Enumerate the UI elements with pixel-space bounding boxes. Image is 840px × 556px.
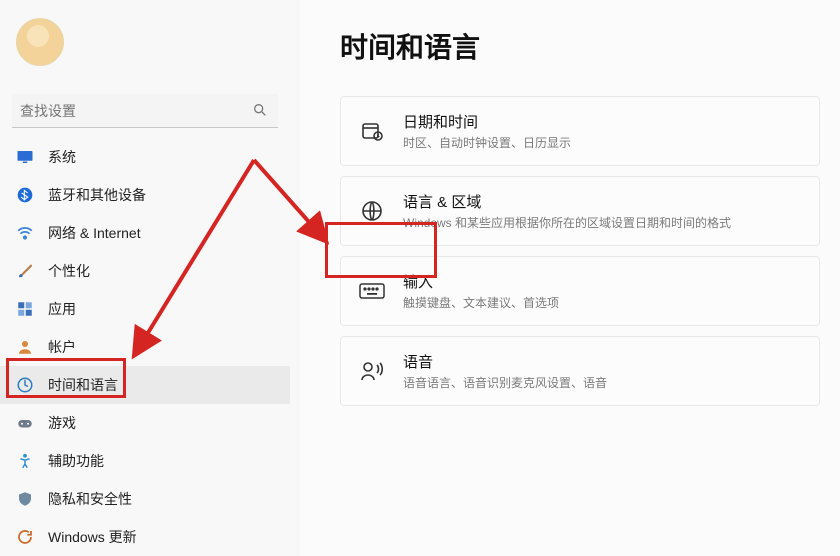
nav: 系统 蓝牙和其他设备 网络 & Internet 个性化 应用 [0, 138, 290, 556]
globe-clock-icon [16, 376, 34, 394]
card-desc: 语音语言、语音识别麦克风设置、语音 [403, 374, 607, 391]
sidebar-item-network[interactable]: 网络 & Internet [0, 214, 290, 252]
sidebar-item-label: Windows 更新 [48, 527, 137, 547]
wifi-icon [16, 224, 34, 242]
card-text: 日期和时间 时区、自动时钟设置、日历显示 [403, 111, 571, 151]
search-container [12, 94, 278, 128]
card-text: 语音 语音语言、语音识别麦克风设置、语音 [403, 351, 607, 391]
person-icon [16, 338, 34, 356]
sidebar-item-label: 辅助功能 [48, 451, 104, 471]
calendar-clock-icon [359, 118, 385, 144]
avatar [16, 18, 64, 66]
sidebar-item-label: 时间和语言 [48, 375, 118, 395]
card-input[interactable]: 输入 触摸键盘、文本建议、首选项 [340, 256, 820, 326]
sidebar-item-label: 网络 & Internet [48, 223, 141, 243]
card-title: 日期和时间 [403, 111, 571, 132]
bluetooth-icon [16, 186, 34, 204]
sidebar-item-privacy[interactable]: 隐私和安全性 [0, 480, 290, 518]
card-date-time[interactable]: 日期和时间 时区、自动时钟设置、日历显示 [340, 96, 820, 166]
card-desc: 时区、自动时钟设置、日历显示 [403, 134, 571, 151]
profile-area[interactable] [0, 10, 290, 74]
card-desc: Windows 和某些应用根据你所在的区域设置日期和时间的格式 [403, 214, 731, 231]
card-desc: 触摸键盘、文本建议、首选项 [403, 294, 559, 311]
card-speech[interactable]: 语音 语音语言、语音识别麦克风设置、语音 [340, 336, 820, 406]
search-input[interactable] [12, 94, 278, 128]
card-text: 语言 & 区域 Windows 和某些应用根据你所在的区域设置日期和时间的格式 [403, 191, 731, 231]
sidebar-item-gaming[interactable]: 游戏 [0, 404, 290, 442]
sidebar-item-apps[interactable]: 应用 [0, 290, 290, 328]
card-title: 语音 [403, 351, 607, 372]
speech-icon [359, 358, 385, 384]
shield-icon [16, 490, 34, 508]
monitor-icon [16, 148, 34, 166]
sidebar-item-accessibility[interactable]: 辅助功能 [0, 442, 290, 480]
update-icon [16, 528, 34, 546]
keyboard-icon [359, 278, 385, 304]
page-title: 时间和语言 [340, 26, 820, 66]
brush-icon [16, 262, 34, 280]
sidebar-item-label: 个性化 [48, 261, 90, 281]
search-icon [252, 102, 268, 123]
sidebar-item-personalization[interactable]: 个性化 [0, 252, 290, 290]
sidebar-item-system[interactable]: 系统 [0, 138, 290, 176]
sidebar-item-label: 隐私和安全性 [48, 489, 132, 509]
gamepad-icon [16, 414, 34, 432]
card-language-region[interactable]: 语言 & 区域 Windows 和某些应用根据你所在的区域设置日期和时间的格式 [340, 176, 820, 246]
sidebar: 系统 蓝牙和其他设备 网络 & Internet 个性化 应用 [0, 0, 290, 556]
card-title: 输入 [403, 271, 559, 292]
sidebar-item-label: 应用 [48, 299, 76, 319]
sidebar-item-label: 蓝牙和其他设备 [48, 185, 146, 205]
accessibility-icon [16, 452, 34, 470]
sidebar-item-label: 游戏 [48, 413, 76, 433]
card-text: 输入 触摸键盘、文本建议、首选项 [403, 271, 559, 311]
sidebar-item-windows-update[interactable]: Windows 更新 [0, 518, 290, 556]
globe-lang-icon [359, 198, 385, 224]
sidebar-item-label: 系统 [48, 147, 76, 167]
sidebar-item-bluetooth[interactable]: 蓝牙和其他设备 [0, 176, 290, 214]
sidebar-item-accounts[interactable]: 帐户 [0, 328, 290, 366]
apps-icon [16, 300, 34, 318]
main-content: 时间和语言 日期和时间 时区、自动时钟设置、日历显示 语言 & 区域 Windo… [300, 0, 840, 556]
sidebar-item-time-language[interactable]: 时间和语言 [0, 366, 290, 404]
card-title: 语言 & 区域 [403, 191, 731, 212]
sidebar-item-label: 帐户 [48, 337, 76, 357]
